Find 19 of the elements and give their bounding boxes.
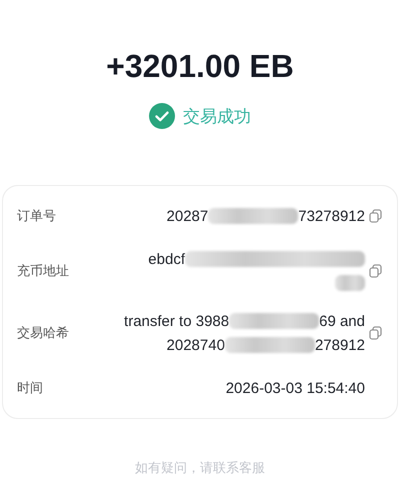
detail-label: 交易哈希 [17, 324, 70, 342]
blurred-patch [335, 275, 365, 291]
copy-icon[interactable] [369, 264, 383, 278]
detail-value: ebdcf [148, 250, 185, 268]
help-text[interactable]: 如有疑问，请联系客服 [135, 459, 265, 477]
detail-value: 2028740 [166, 336, 225, 354]
detail-value: 73278912 [298, 208, 365, 224]
detail-label: 充币地址 [17, 262, 70, 280]
detail-value: transfer to 3988 [124, 312, 230, 330]
amount: +3201.00 EB [106, 48, 294, 85]
detail-label: 订单号 [17, 207, 57, 225]
status-text: 交易成功 [183, 106, 251, 128]
copy-icon[interactable] [369, 326, 383, 340]
detail-value: 69 and [319, 312, 365, 330]
copy-icon[interactable] [369, 209, 383, 223]
detail-value: 278912 [314, 336, 365, 354]
detail-value: 20287 [166, 208, 208, 224]
detail-label: 时间 [17, 379, 44, 397]
detail-value: 2026-03-03 15:54:40 [226, 380, 365, 396]
